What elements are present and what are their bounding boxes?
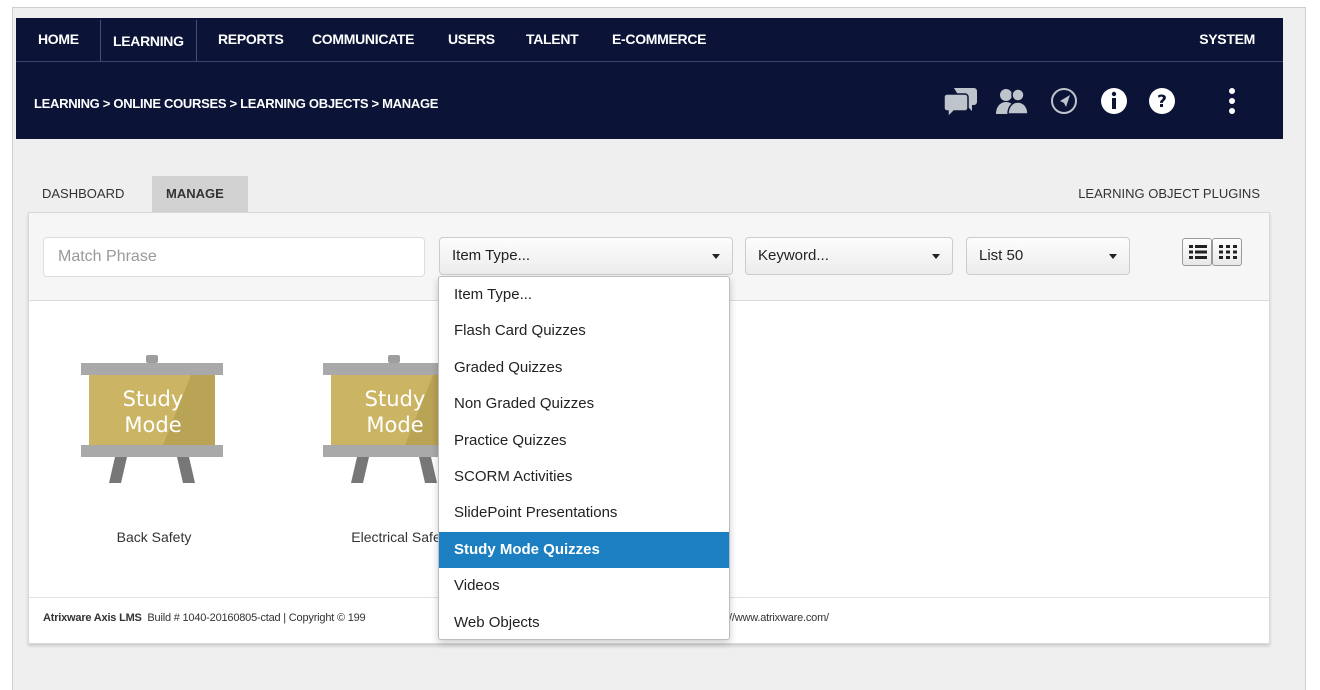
nav-ecommerce[interactable]: E-COMMERCE <box>600 18 718 61</box>
nav-communicate[interactable]: COMMUNICATE <box>300 18 426 61</box>
dropdown-option[interactable]: SCORM Activities <box>439 459 729 495</box>
learning-object-plugins-link[interactable]: LEARNING OBJECT PLUGINS <box>1078 176 1260 212</box>
svg-text:Study: Study <box>365 387 426 411</box>
footer-brand: Atrixware Axis LMS <box>43 612 142 624</box>
svg-text:?: ? <box>1157 92 1167 112</box>
list-size-select-value: List 50 <box>979 247 1024 264</box>
more-vertical-icon[interactable] <box>1222 84 1242 118</box>
dropdown-option[interactable]: Videos <box>439 568 729 604</box>
dropdown-option[interactable]: SlidePoint Presentations <box>439 495 729 531</box>
dropdown-option[interactable]: Item Type... <box>439 277 729 313</box>
nav-system[interactable]: SYSTEM <box>1187 18 1267 61</box>
nav-users[interactable]: USERS <box>436 18 507 61</box>
keyword-select-value: Keyword... <box>758 247 829 264</box>
list-view-button[interactable] <box>1182 238 1212 266</box>
breadcrumb-bar: LEARNING > ONLINE COURSES > LEARNING OBJ… <box>16 61 1283 139</box>
grid-view-icon <box>1219 245 1237 259</box>
svg-text:Mode: Mode <box>124 413 181 437</box>
list-size-select[interactable]: List 50 <box>966 237 1130 275</box>
footer-build: Build # 1040-20160805-ctad | Copyright ©… <box>147 612 366 624</box>
nav-learning[interactable]: LEARNING <box>100 20 197 61</box>
list-view-icon <box>1189 245 1207 259</box>
tile-label: Back Safety <box>116 529 192 545</box>
svg-text:Study: Study <box>123 387 184 411</box>
dropdown-option-highlighted[interactable]: Study Mode Quizzes <box>439 531 729 569</box>
tab-dashboard[interactable]: DASHBOARD <box>28 176 138 212</box>
learning-object-tile[interactable]: Study Mode Back Safety <box>59 353 229 553</box>
study-mode-icon: Study Mode <box>81 355 223 483</box>
dropdown-option[interactable]: Flash Card Quizzes <box>439 313 729 349</box>
dropdown-option[interactable]: Practice Quizzes <box>439 423 729 459</box>
breadcrumb: LEARNING > ONLINE COURSES > LEARNING OBJ… <box>34 96 439 111</box>
match-phrase-input[interactable] <box>43 237 425 277</box>
top-nav: HOME LEARNING REPORTS COMMUNICATE USERS … <box>16 18 1283 61</box>
dropdown-option[interactable]: Non Graded Quizzes <box>439 386 729 422</box>
chevron-down-icon <box>712 254 720 259</box>
tab-manage-learning-objects[interactable]: MANAGE LEARNING OBJECTS <box>152 176 248 273</box>
dropdown-option[interactable]: Web Objects <box>439 605 729 641</box>
footer-url[interactable]: //www.atrixware.com/ <box>729 612 829 624</box>
users-icon[interactable] <box>994 84 1030 118</box>
chat-bubbles-icon[interactable] <box>943 84 980 119</box>
chevron-down-icon <box>1109 254 1117 259</box>
navigation-icon[interactable] <box>1046 84 1082 118</box>
nav-talent[interactable]: TALENT <box>514 18 590 61</box>
item-type-select-value: Item Type... <box>452 247 531 264</box>
nav-reports[interactable]: REPORTS <box>206 18 296 61</box>
item-type-select[interactable]: Item Type... <box>439 237 733 275</box>
help-icon[interactable]: ? <box>1144 84 1180 118</box>
keyword-select[interactable]: Keyword... <box>745 237 953 275</box>
dropdown-option[interactable]: Graded Quizzes <box>439 350 729 386</box>
nav-home[interactable]: HOME <box>26 18 91 61</box>
info-icon[interactable] <box>1096 84 1132 118</box>
item-type-dropdown-menu: Item Type... Flash Card Quizzes Graded Q… <box>438 276 730 640</box>
svg-text:Mode: Mode <box>366 413 423 437</box>
grid-view-button[interactable] <box>1212 238 1242 266</box>
chevron-down-icon <box>932 254 940 259</box>
